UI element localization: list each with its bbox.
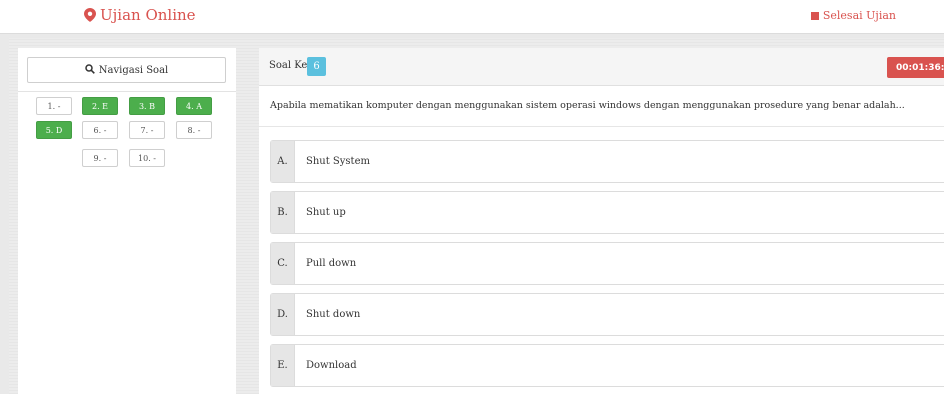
question-label: Soal Ke bbox=[269, 60, 308, 71]
brand-title: Ujian Online bbox=[100, 6, 196, 24]
navigation-header-button[interactable]: Navigasi Soal bbox=[27, 57, 226, 83]
question-header: Soal Ke 6 00:01:36:16 bbox=[259, 48, 944, 86]
question-panel: Soal Ke 6 00:01:36:16 Apabila mematikan … bbox=[259, 48, 944, 394]
question-nav-button-2[interactable]: 2. E bbox=[82, 97, 118, 115]
option-letter: D. bbox=[271, 294, 295, 335]
divider bbox=[259, 126, 944, 127]
brand[interactable]: Ujian Online bbox=[84, 6, 196, 24]
question-number-badge: 6 bbox=[307, 57, 326, 76]
option-text: Shut up bbox=[306, 207, 346, 218]
question-nav-button-3[interactable]: 3. B bbox=[129, 97, 165, 115]
question-nav-button-8[interactable]: 8. - bbox=[176, 121, 212, 139]
option-letter: B. bbox=[271, 192, 295, 233]
answer-option-d[interactable]: D. Shut down bbox=[270, 293, 944, 336]
stop-icon bbox=[810, 11, 819, 20]
answer-option-c[interactable]: C. Pull down bbox=[270, 242, 944, 285]
answer-option-a[interactable]: A. Shut System bbox=[270, 140, 944, 183]
countdown-timer: 00:01:36:16 bbox=[887, 57, 944, 78]
question-nav-button-10[interactable]: 10. - bbox=[129, 149, 165, 167]
answer-option-e[interactable]: E. Download bbox=[270, 344, 944, 387]
finish-exam-label: Selesai Ujian bbox=[822, 9, 896, 22]
option-text: Shut down bbox=[306, 309, 361, 320]
option-text: Download bbox=[306, 360, 357, 371]
option-letter: E. bbox=[271, 345, 295, 386]
option-text: Pull down bbox=[306, 258, 357, 269]
map-marker-icon bbox=[84, 8, 96, 22]
divider bbox=[18, 91, 236, 92]
top-navbar: Ujian Online Selesai Ujian bbox=[0, 0, 944, 34]
question-nav-button-4[interactable]: 4. A bbox=[176, 97, 212, 115]
question-nav-button-5[interactable]: 5. D bbox=[36, 121, 72, 139]
question-nav-button-6[interactable]: 6. - bbox=[82, 121, 118, 139]
question-navigation-panel: Navigasi Soal 1. - 2. E 3. B 4. A 5. D 6… bbox=[18, 48, 236, 394]
finish-exam-link[interactable]: Selesai Ujian bbox=[810, 9, 896, 22]
option-letter: C. bbox=[271, 243, 295, 284]
question-nav-button-9[interactable]: 9. - bbox=[82, 149, 118, 167]
answer-option-b[interactable]: B. Shut up bbox=[270, 191, 944, 234]
option-letter: A. bbox=[271, 141, 295, 182]
question-nav-button-7[interactable]: 7. - bbox=[129, 121, 165, 139]
question-nav-button-1[interactable]: 1. - bbox=[36, 97, 72, 115]
option-text: Shut System bbox=[306, 156, 370, 167]
navigation-title: Navigasi Soal bbox=[98, 64, 169, 76]
question-text: Apabila mematikan komputer dengan menggu… bbox=[270, 100, 905, 111]
search-icon bbox=[85, 63, 95, 77]
